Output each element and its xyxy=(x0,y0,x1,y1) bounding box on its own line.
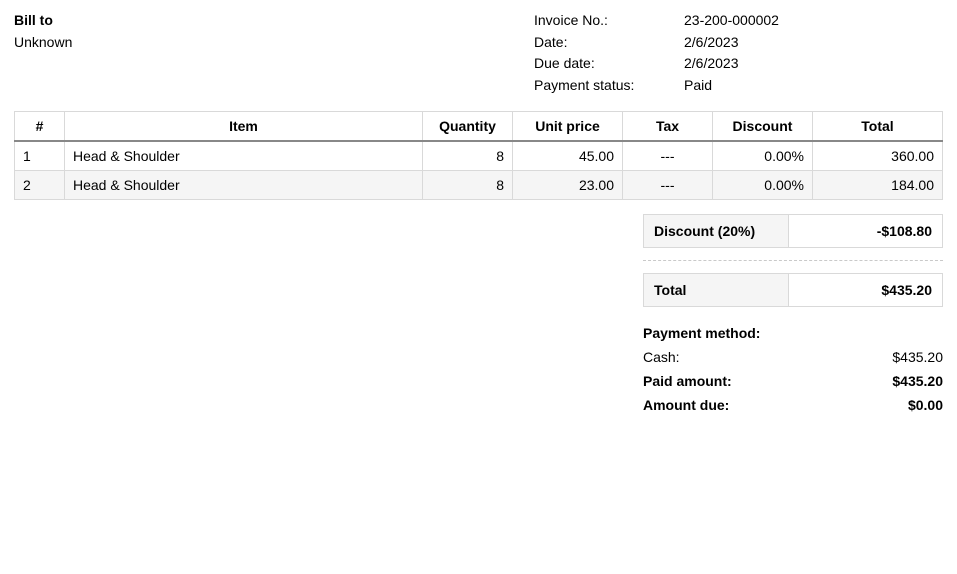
cash-label: Cash: xyxy=(643,349,680,365)
cell-item: Head & Shoulder xyxy=(65,141,423,171)
table-header-row: # Item Quantity Unit price Tax Discount … xyxy=(15,111,943,141)
payment-status-value: Paid xyxy=(684,75,712,97)
invoice-no-label: Invoice No.: xyxy=(534,10,684,32)
discount-label: Discount (20%) xyxy=(644,215,789,247)
cell-discount: 0.00% xyxy=(713,170,813,199)
payment-status-label: Payment status: xyxy=(534,75,684,97)
cell-tax: --- xyxy=(623,170,713,199)
total-box: Total $435.20 xyxy=(643,273,943,307)
payment-method-label: Payment method: xyxy=(643,325,760,341)
discount-value: -$108.80 xyxy=(789,215,942,247)
summary-block: Discount (20%) -$108.80 Total $435.20 Pa… xyxy=(14,214,943,417)
date-label: Date: xyxy=(534,32,684,54)
discount-box: Discount (20%) -$108.80 xyxy=(643,214,943,248)
bill-to-label: Bill to xyxy=(14,10,534,32)
cell-num: 1 xyxy=(15,141,65,171)
cell-item: Head & Shoulder xyxy=(65,170,423,199)
invoice-no-value: 23-200-000002 xyxy=(684,10,779,32)
cell-tax: --- xyxy=(623,141,713,171)
amount-due-label: Amount due: xyxy=(643,397,729,413)
col-num-header: # xyxy=(15,111,65,141)
due-date-label: Due date: xyxy=(534,53,684,75)
due-date-value: 2/6/2023 xyxy=(684,53,739,75)
date-value: 2/6/2023 xyxy=(684,32,739,54)
amount-due-value: $0.00 xyxy=(908,397,943,413)
cell-qty: 8 xyxy=(423,170,513,199)
invoice-header: Bill to Unknown Invoice No.: 23-200-0000… xyxy=(14,10,943,97)
cell-total: 360.00 xyxy=(813,141,943,171)
separator xyxy=(643,260,943,261)
col-tax-header: Tax xyxy=(623,111,713,141)
cell-price: 45.00 xyxy=(513,141,623,171)
paid-amount-label: Paid amount: xyxy=(643,373,732,389)
total-value: $435.20 xyxy=(789,274,942,306)
col-discount-header: Discount xyxy=(713,111,813,141)
col-price-header: Unit price xyxy=(513,111,623,141)
bill-to-block: Bill to Unknown xyxy=(14,10,534,97)
col-total-header: Total xyxy=(813,111,943,141)
line-items-table: # Item Quantity Unit price Tax Discount … xyxy=(14,111,943,200)
table-row: 2 Head & Shoulder 8 23.00 --- 0.00% 184.… xyxy=(15,170,943,199)
total-label: Total xyxy=(644,274,789,306)
cell-qty: 8 xyxy=(423,141,513,171)
cell-discount: 0.00% xyxy=(713,141,813,171)
invoice-meta: Invoice No.: 23-200-000002 Date: 2/6/202… xyxy=(534,10,943,97)
cell-num: 2 xyxy=(15,170,65,199)
paid-amount-value: $435.20 xyxy=(892,373,943,389)
cell-price: 23.00 xyxy=(513,170,623,199)
cash-value: $435.20 xyxy=(892,349,943,365)
payment-section: Payment method: Cash: $435.20 Paid amoun… xyxy=(643,321,943,417)
bill-to-value: Unknown xyxy=(14,32,534,54)
col-qty-header: Quantity xyxy=(423,111,513,141)
col-item-header: Item xyxy=(65,111,423,141)
table-row: 1 Head & Shoulder 8 45.00 --- 0.00% 360.… xyxy=(15,141,943,171)
cell-total: 184.00 xyxy=(813,170,943,199)
